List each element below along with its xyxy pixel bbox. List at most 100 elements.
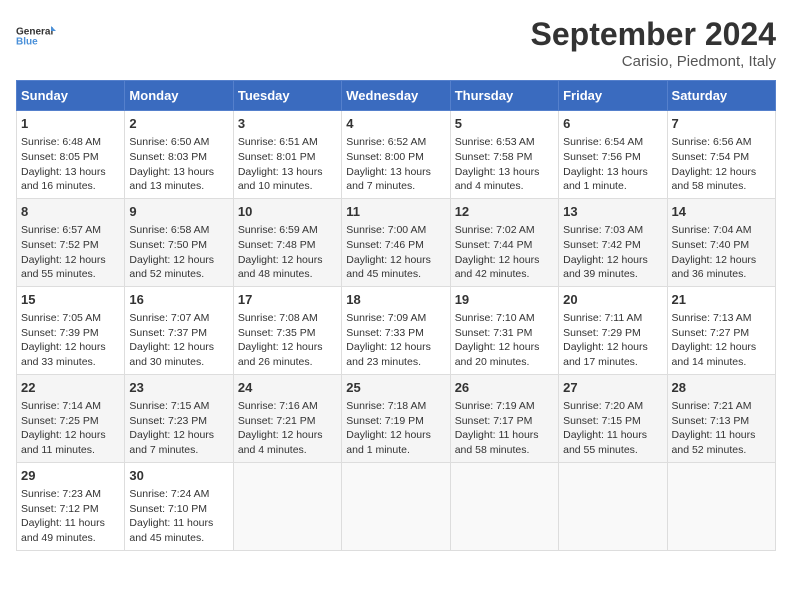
weekday-header-row: SundayMondayTuesdayWednesdayThursdayFrid…	[17, 81, 776, 111]
calendar-week-row: 8 Sunrise: 6:57 AM Sunset: 7:52 PM Daylig…	[17, 198, 776, 286]
day-info: Sunrise: 7:08 AM Sunset: 7:35 PM Dayligh…	[238, 311, 337, 370]
day-info: Sunrise: 6:57 AM Sunset: 7:52 PM Dayligh…	[21, 223, 120, 282]
day-number: 8	[21, 203, 120, 221]
location-title: Carisio, Piedmont, Italy	[531, 53, 776, 70]
calendar-day-cell: 27 Sunrise: 7:20 AM Sunset: 7:15 PM Dayli…	[559, 374, 667, 462]
day-info: Sunrise: 7:03 AM Sunset: 7:42 PM Dayligh…	[563, 223, 662, 282]
calendar-day-cell: 17 Sunrise: 7:08 AM Sunset: 7:35 PM Dayli…	[233, 286, 341, 374]
calendar-day-cell	[559, 462, 667, 550]
calendar-day-cell: 12 Sunrise: 7:02 AM Sunset: 7:44 PM Dayli…	[450, 198, 558, 286]
day-number: 27	[563, 379, 662, 397]
calendar-day-cell: 15Sunrise: 7:05 AM Sunset: 7:39 PM Dayli…	[17, 286, 125, 374]
calendar-day-cell: 21 Sunrise: 7:13 AM Sunset: 7:27 PM Dayli…	[667, 286, 775, 374]
day-number: 16	[129, 291, 228, 309]
day-number: 25	[346, 379, 445, 397]
calendar-day-cell: 26 Sunrise: 7:19 AM Sunset: 7:17 PM Dayli…	[450, 374, 558, 462]
day-info: Sunrise: 7:07 AM Sunset: 7:37 PM Dayligh…	[129, 311, 228, 370]
calendar-week-row: 1 Sunrise: 6:48 AM Sunset: 8:05 PM Daylig…	[17, 111, 776, 199]
calendar-day-cell: 11Sunrise: 7:00 AM Sunset: 7:46 PM Dayli…	[342, 198, 450, 286]
day-number: 4	[346, 115, 445, 133]
calendar-day-cell: 5Sunrise: 6:53 AM Sunset: 7:58 PM Daylig…	[450, 111, 558, 199]
page-header: General Blue September 2024 Carisio, Pie…	[16, 16, 776, 70]
calendar-day-cell: 3 Sunrise: 6:51 AM Sunset: 8:01 PM Daylig…	[233, 111, 341, 199]
day-info: Sunrise: 7:11 AM Sunset: 7:29 PM Dayligh…	[563, 311, 662, 370]
day-number: 11	[346, 203, 445, 221]
day-info: Sunrise: 7:15 AM Sunset: 7:23 PM Dayligh…	[129, 399, 228, 458]
day-number: 28	[672, 379, 771, 397]
day-info: Sunrise: 7:13 AM Sunset: 7:27 PM Dayligh…	[672, 311, 771, 370]
day-number: 19	[455, 291, 554, 309]
day-info: Sunrise: 6:59 AM Sunset: 7:48 PM Dayligh…	[238, 223, 337, 282]
day-info: Sunrise: 7:14 AM Sunset: 7:25 PM Dayligh…	[21, 399, 120, 458]
logo-svg: General Blue	[16, 16, 56, 56]
day-number: 6	[563, 115, 662, 133]
day-number: 12	[455, 203, 554, 221]
weekday-header-wednesday: Wednesday	[342, 81, 450, 111]
calendar-day-cell: 30 Sunrise: 7:24 AM Sunset: 7:10 PM Dayli…	[125, 462, 233, 550]
day-number: 26	[455, 379, 554, 397]
day-number: 23	[129, 379, 228, 397]
calendar-day-cell	[450, 462, 558, 550]
day-info: Sunrise: 6:56 AM Sunset: 7:54 PM Dayligh…	[672, 135, 771, 194]
day-info: Sunrise: 7:20 AM Sunset: 7:15 PM Dayligh…	[563, 399, 662, 458]
svg-text:Blue: Blue	[16, 37, 38, 48]
day-number: 17	[238, 291, 337, 309]
calendar-day-cell: 22 Sunrise: 7:14 AM Sunset: 7:25 PM Dayli…	[17, 374, 125, 462]
day-info: Sunrise: 7:02 AM Sunset: 7:44 PM Dayligh…	[455, 223, 554, 282]
day-info: Sunrise: 7:18 AM Sunset: 7:19 PM Dayligh…	[346, 399, 445, 458]
calendar-day-cell: 28 Sunrise: 7:21 AM Sunset: 7:13 PM Dayli…	[667, 374, 775, 462]
weekday-header-monday: Monday	[125, 81, 233, 111]
day-info: Sunrise: 7:23 AM Sunset: 7:12 PM Dayligh…	[21, 487, 120, 546]
day-number: 2	[129, 115, 228, 133]
day-number: 9	[129, 203, 228, 221]
day-number: 3	[238, 115, 337, 133]
day-info: Sunrise: 6:52 AM Sunset: 8:00 PM Dayligh…	[346, 135, 445, 194]
day-info: Sunrise: 7:24 AM Sunset: 7:10 PM Dayligh…	[129, 487, 228, 546]
day-number: 14	[672, 203, 771, 221]
calendar-day-cell: 25 Sunrise: 7:18 AM Sunset: 7:19 PM Dayli…	[342, 374, 450, 462]
logo: General Blue	[16, 16, 56, 56]
weekday-header-sunday: Sunday	[17, 81, 125, 111]
day-info: Sunrise: 6:58 AM Sunset: 7:50 PM Dayligh…	[129, 223, 228, 282]
weekday-header-saturday: Saturday	[667, 81, 775, 111]
day-info: Sunrise: 6:50 AM Sunset: 8:03 PM Dayligh…	[129, 135, 228, 194]
calendar-week-row: 29 Sunrise: 7:23 AM Sunset: 7:12 PM Dayli…	[17, 462, 776, 550]
day-number: 29	[21, 467, 120, 485]
day-info: Sunrise: 7:21 AM Sunset: 7:13 PM Dayligh…	[672, 399, 771, 458]
calendar-day-cell: 23 Sunrise: 7:15 AM Sunset: 7:23 PM Dayli…	[125, 374, 233, 462]
calendar-day-cell: 29 Sunrise: 7:23 AM Sunset: 7:12 PM Dayli…	[17, 462, 125, 550]
month-title: September 2024	[531, 16, 776, 53]
calendar-day-cell: 14 Sunrise: 7:04 AM Sunset: 7:40 PM Dayli…	[667, 198, 775, 286]
weekday-header-friday: Friday	[559, 81, 667, 111]
day-number: 10	[238, 203, 337, 221]
day-number: 30	[129, 467, 228, 485]
calendar-day-cell	[342, 462, 450, 550]
calendar-day-cell: 6Sunrise: 6:54 AM Sunset: 7:56 PM Daylig…	[559, 111, 667, 199]
day-info: Sunrise: 7:04 AM Sunset: 7:40 PM Dayligh…	[672, 223, 771, 282]
day-number: 5	[455, 115, 554, 133]
calendar-day-cell: 13 Sunrise: 7:03 AM Sunset: 7:42 PM Dayli…	[559, 198, 667, 286]
day-number: 22	[21, 379, 120, 397]
calendar-day-cell: 1 Sunrise: 6:48 AM Sunset: 8:05 PM Daylig…	[17, 111, 125, 199]
day-number: 13	[563, 203, 662, 221]
day-info: Sunrise: 7:19 AM Sunset: 7:17 PM Dayligh…	[455, 399, 554, 458]
day-info: Sunrise: 6:51 AM Sunset: 8:01 PM Dayligh…	[238, 135, 337, 194]
day-number: 7	[672, 115, 771, 133]
day-number: 21	[672, 291, 771, 309]
calendar-day-cell: 16 Sunrise: 7:07 AM Sunset: 7:37 PM Dayli…	[125, 286, 233, 374]
title-block: September 2024 Carisio, Piedmont, Italy	[531, 16, 776, 70]
calendar-day-cell: 7 Sunrise: 6:56 AM Sunset: 7:54 PM Daylig…	[667, 111, 775, 199]
weekday-header-thursday: Thursday	[450, 81, 558, 111]
calendar-day-cell: 2 Sunrise: 6:50 AM Sunset: 8:03 PM Daylig…	[125, 111, 233, 199]
svg-text:General: General	[16, 27, 53, 38]
calendar-day-cell: 8 Sunrise: 6:57 AM Sunset: 7:52 PM Daylig…	[17, 198, 125, 286]
calendar-week-row: 15Sunrise: 7:05 AM Sunset: 7:39 PM Dayli…	[17, 286, 776, 374]
day-info: Sunrise: 6:48 AM Sunset: 8:05 PM Dayligh…	[21, 135, 120, 194]
calendar-day-cell: 4 Sunrise: 6:52 AM Sunset: 8:00 PM Daylig…	[342, 111, 450, 199]
calendar-day-cell: 24Sunrise: 7:16 AM Sunset: 7:21 PM Dayli…	[233, 374, 341, 462]
day-info: Sunrise: 7:09 AM Sunset: 7:33 PM Dayligh…	[346, 311, 445, 370]
calendar-day-cell	[233, 462, 341, 550]
calendar-day-cell: 18Sunrise: 7:09 AM Sunset: 7:33 PM Dayli…	[342, 286, 450, 374]
calendar-day-cell: 19Sunrise: 7:10 AM Sunset: 7:31 PM Dayli…	[450, 286, 558, 374]
day-number: 1	[21, 115, 120, 133]
